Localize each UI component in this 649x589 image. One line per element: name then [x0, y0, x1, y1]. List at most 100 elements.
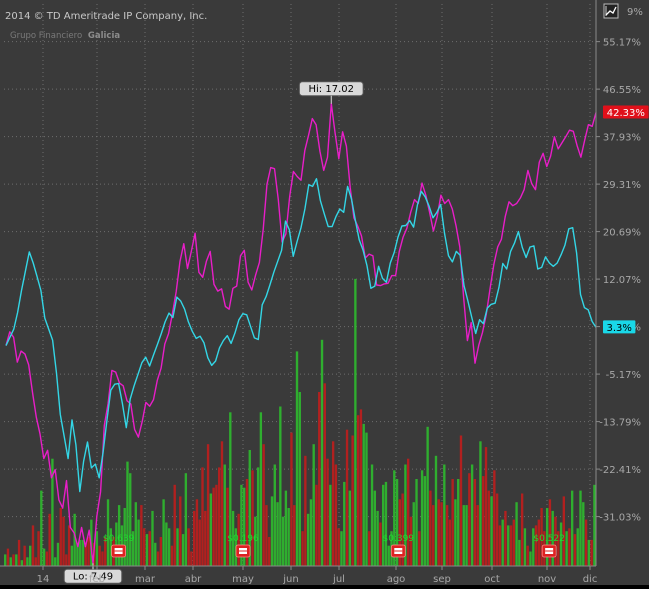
volume-bar-down — [98, 545, 101, 566]
volume-bar-up — [134, 502, 137, 566]
symbol-caption-b: Galicia — [88, 31, 120, 41]
volume-bar-up — [279, 406, 282, 566]
y-tick-label: -13.79% — [599, 418, 641, 429]
volume-bar-down — [534, 525, 538, 566]
volume-bar-down — [429, 490, 432, 566]
dividend-label: $0.639 — [103, 534, 135, 544]
volume-bar-up — [126, 461, 129, 566]
dividend-label: $0.196 — [227, 534, 259, 544]
volume-bar-down — [498, 525, 502, 566]
volume-bar-up — [81, 539, 85, 566]
volume-bar-up — [298, 392, 301, 566]
volume-bar-up — [151, 510, 154, 566]
volume-bar-down — [170, 545, 174, 566]
volume-bar-up — [42, 548, 46, 566]
volume-bar-up — [384, 481, 388, 566]
volume-bar-down — [179, 496, 182, 566]
volume-bar-up — [340, 531, 343, 566]
volume-bar-up — [362, 423, 365, 566]
volume-bar-down — [212, 487, 215, 566]
volume-bar-down — [315, 484, 318, 566]
volume-bar-down — [226, 487, 229, 566]
volume-bar-up — [570, 490, 574, 566]
volume-bar-down — [187, 528, 190, 566]
x-tick-label: feb — [89, 574, 105, 585]
chart-canvas[interactable]: Hi: 17.02Lo: 7.49$0.639 $0.196 $0.399 $0.52… — [0, 0, 649, 585]
volume-bar-up — [79, 539, 82, 566]
volume-bar-up — [348, 490, 351, 566]
volume-bar-down — [487, 490, 490, 566]
x-tick-label: jun — [282, 574, 298, 585]
volume-bar-up — [145, 534, 149, 566]
last-value-label-cyan: 3.3% — [606, 323, 631, 334]
volume-bar-up — [320, 339, 324, 566]
x-tick-label: dic — [583, 574, 598, 585]
volume-bar-up — [154, 542, 157, 566]
volume-bar-up — [115, 522, 118, 566]
x-tick-label: may — [232, 574, 254, 585]
volume-bar-down — [345, 429, 349, 566]
volume-bar-up — [443, 464, 446, 566]
dividend-icon[interactable] — [111, 544, 126, 558]
volume-bar-down — [12, 554, 15, 566]
dividend-icon[interactable] — [235, 544, 251, 558]
volume-bar-up — [106, 499, 110, 566]
dividend-label: $0.522 — [533, 534, 565, 544]
volume-bar-down — [59, 508, 62, 566]
volume-bar-down — [512, 519, 515, 566]
volume-bar-up — [256, 467, 260, 566]
volume-bar-down — [290, 432, 293, 566]
volume-bar-up — [381, 484, 385, 566]
volume-bar-up — [223, 464, 226, 566]
volume-bar-up — [309, 499, 313, 566]
volume-bar-down — [573, 534, 577, 566]
symbol-caption: Grupo Financiero Galicia — [10, 31, 120, 41]
dividend-icon[interactable] — [541, 544, 557, 558]
y-tick-label-partial: 9% — [627, 7, 643, 18]
volume-bar-down — [520, 493, 524, 566]
volume-bar-down — [23, 545, 26, 566]
volume-bar-up — [593, 484, 596, 566]
volume-bar-down — [493, 470, 496, 566]
x-tick-label: nov — [538, 574, 556, 585]
volume-bar-down — [65, 554, 68, 566]
volume-bar-up — [434, 455, 438, 566]
volume-bar-down — [206, 444, 210, 566]
volume-bar-down — [198, 519, 201, 566]
y-tick-label: 20.69% — [603, 228, 641, 239]
volume-bar-down — [473, 479, 477, 566]
volume-bar-up — [4, 554, 7, 566]
volume-bar-up — [579, 490, 582, 566]
volume-bar-down — [432, 505, 435, 566]
volume-bar-down — [326, 458, 329, 566]
chart-style-icon[interactable] — [603, 3, 619, 19]
volume-bar-up — [273, 464, 276, 566]
volume-bar-up — [165, 522, 168, 566]
volume-bar-up — [370, 464, 374, 566]
volume-bar-up — [15, 554, 18, 566]
volume-bar-up — [523, 528, 527, 566]
volume-bar-up — [184, 473, 188, 566]
volume-bar-down — [190, 551, 193, 566]
volume-bar-up — [29, 545, 32, 566]
volume-bar-up — [40, 490, 43, 566]
volume-bar-up — [507, 525, 510, 566]
volume-bar-up — [312, 444, 315, 566]
volume-bar-down — [476, 505, 479, 566]
x-tick-label: 14 — [37, 574, 50, 585]
volume-bar-down — [6, 548, 10, 566]
volume-bar-down — [418, 531, 421, 566]
price-comparison-chart[interactable]: Hi: 17.02 Lo: 7.49 $0.639 $0.196 $0.399 $0.52… — [0, 0, 649, 585]
volume-bar-up — [423, 476, 427, 566]
volume-bar-up — [415, 479, 418, 566]
dividend-icon[interactable] — [390, 544, 406, 558]
volume-bar-up — [281, 516, 285, 566]
volume-bar-up — [9, 557, 12, 566]
volume-bar-up — [343, 481, 346, 566]
volume-bar-up — [559, 522, 563, 566]
volume-bar-up — [270, 496, 274, 566]
volume-bar-down — [451, 479, 454, 566]
volume-bar-down — [140, 505, 143, 566]
x-tick-label: sep — [433, 574, 451, 585]
volume-bar-down — [459, 435, 463, 566]
